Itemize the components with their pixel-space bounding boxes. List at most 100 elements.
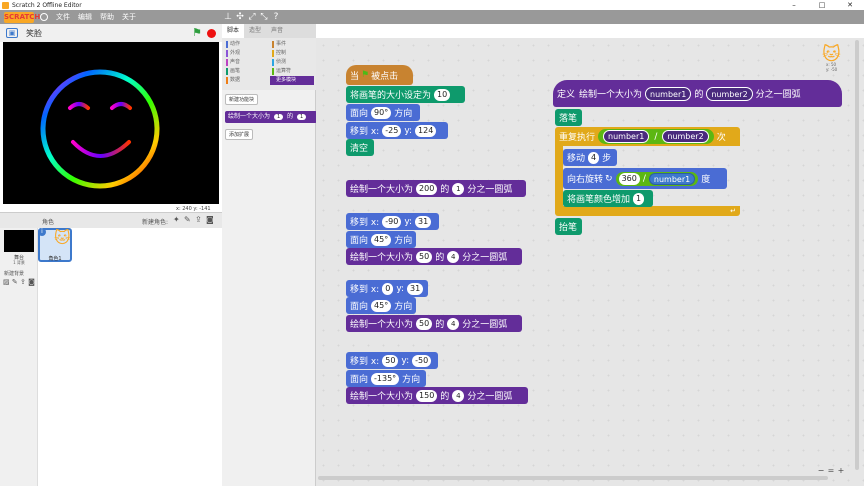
- upload-sprite-icon[interactable]: ⇪: [195, 215, 202, 224]
- repeat-param2[interactable]: number2: [662, 130, 709, 143]
- palette-custom-arg1[interactable]: 1: [273, 114, 284, 120]
- category-motion[interactable]: 动作: [224, 40, 268, 49]
- point-direction-block-2[interactable]: 面向 45° 方向: [346, 231, 416, 248]
- tab-costumes[interactable]: 造型: [244, 24, 266, 38]
- grow-icon[interactable]: ⤢: [246, 11, 258, 23]
- menu-help[interactable]: 帮助: [100, 12, 114, 22]
- x-input[interactable]: 0: [382, 282, 394, 295]
- paint-sprite-icon[interactable]: ✎: [184, 215, 191, 224]
- turn-divide-reporter[interactable]: 360 / number1: [615, 171, 699, 186]
- project-title[interactable]: 笑脸: [26, 28, 42, 39]
- size-input[interactable]: 200: [416, 182, 438, 195]
- zoom-in-icon[interactable]: +: [836, 466, 846, 475]
- turn-right-block[interactable]: 向右旋转 ↻ 360 / number1 度: [563, 168, 727, 189]
- scratch-logo[interactable]: SCRATCH: [4, 11, 40, 23]
- when-flag-clicked-block[interactable]: 当 ⚑ 被点击: [346, 65, 413, 85]
- stage-thumbnail[interactable]: [4, 230, 34, 252]
- size-input[interactable]: 50: [416, 250, 433, 263]
- draw-arc-block-2[interactable]: 绘制一个大小为 50 的 4 分之一圆弧: [346, 248, 522, 265]
- language-globe-icon[interactable]: [40, 13, 48, 21]
- x-input[interactable]: -25: [382, 124, 402, 137]
- category-events[interactable]: 事件: [270, 40, 314, 49]
- close-button[interactable]: ✕: [836, 0, 864, 10]
- clear-block[interactable]: 清空: [346, 139, 374, 156]
- fraction-input[interactable]: 4: [447, 317, 460, 330]
- param-number1[interactable]: number1: [645, 86, 692, 101]
- draw-arc-block-1[interactable]: 绘制一个大小为 200 的 1 分之一圆弧: [346, 180, 526, 197]
- goto-xy-block-3[interactable]: 移到 x: 0 y: 31: [346, 280, 428, 297]
- camera-backdrop-icon[interactable]: ◙: [28, 278, 35, 286]
- direction-input[interactable]: 45°: [371, 233, 392, 246]
- horizontal-scrollbar[interactable]: [318, 475, 828, 481]
- block-help-icon[interactable]: ?: [270, 11, 282, 23]
- pen-size-input[interactable]: 10: [434, 88, 451, 101]
- turn-360-input[interactable]: 360: [618, 172, 640, 185]
- direction-input[interactable]: -135°: [371, 372, 400, 385]
- add-extension-button[interactable]: 添加扩展: [225, 129, 254, 140]
- choose-backdrop-icon[interactable]: ▨: [3, 278, 10, 286]
- vertical-scrollbar[interactable]: [853, 40, 861, 470]
- tab-scripts[interactable]: 脚本: [222, 24, 245, 38]
- point-direction-block-4[interactable]: 面向 -135° 方向: [346, 370, 426, 387]
- horizontal-scroll-thumb[interactable]: [318, 476, 828, 480]
- maximize-button[interactable]: □: [808, 0, 836, 10]
- goto-xy-block-4[interactable]: 移到 x: 50 y: -50: [346, 352, 438, 369]
- change-pen-color-block[interactable]: 将画笔颜色增加 1: [563, 190, 653, 207]
- point-direction-block-1[interactable]: 面向 90° 方向: [346, 104, 420, 121]
- zoom-reset-icon[interactable]: =: [826, 466, 836, 475]
- y-input[interactable]: 124: [415, 124, 437, 137]
- palette-custom-arg2[interactable]: 1: [296, 114, 307, 120]
- category-operators[interactable]: 运算符: [270, 67, 314, 76]
- green-flag-icon[interactable]: ⚑: [192, 27, 202, 38]
- minimize-button[interactable]: –: [780, 0, 808, 10]
- category-sound[interactable]: 声音: [224, 58, 268, 67]
- size-input[interactable]: 150: [416, 389, 438, 402]
- category-pen[interactable]: 画笔: [224, 67, 268, 76]
- steps-input[interactable]: 4: [588, 151, 600, 164]
- palette-custom-block[interactable]: 绘制一个大小为 1 的 1: [225, 111, 317, 123]
- choose-sprite-icon[interactable]: ✦: [173, 215, 180, 224]
- point-direction-block-3[interactable]: 面向 45° 方向: [346, 297, 416, 314]
- pen-down-block[interactable]: 落笔: [555, 109, 582, 126]
- stage-canvas[interactable]: [3, 42, 219, 204]
- category-control[interactable]: 控制: [270, 49, 314, 58]
- fraction-input[interactable]: 4: [452, 389, 465, 402]
- draw-arc-block-3[interactable]: 绘制一个大小为 50 的 4 分之一圆弧: [346, 315, 522, 332]
- upload-backdrop-icon[interactable]: ⇪: [20, 278, 26, 286]
- duplicate-icon[interactable]: ⊥: [222, 11, 234, 23]
- category-data[interactable]: 数据: [224, 76, 268, 85]
- fraction-input[interactable]: 1: [452, 182, 465, 195]
- fullscreen-icon[interactable]: ▣: [6, 28, 18, 38]
- goto-xy-block-1[interactable]: 移到 x: -25 y: 124: [346, 122, 448, 139]
- direction-input[interactable]: 90°: [371, 106, 392, 119]
- y-input[interactable]: 31: [407, 282, 424, 295]
- category-more-blocks[interactable]: 更多模块: [270, 76, 314, 85]
- divide-reporter[interactable]: number1 / number2: [598, 129, 714, 144]
- paint-backdrop-icon[interactable]: ✎: [12, 278, 18, 286]
- define-block[interactable]: 定义 绘制一个大小为 number1 的 number2 分之一圆弧: [553, 80, 842, 107]
- tab-sounds[interactable]: 声音: [266, 24, 288, 38]
- size-input[interactable]: 50: [416, 317, 433, 330]
- zoom-out-icon[interactable]: −: [816, 466, 826, 475]
- category-sensing[interactable]: 侦测: [270, 58, 314, 67]
- direction-input[interactable]: 45°: [371, 299, 392, 312]
- make-block-button[interactable]: 新建功能块: [225, 94, 259, 105]
- category-looks[interactable]: 外观: [224, 49, 268, 58]
- x-input[interactable]: -90: [382, 215, 402, 228]
- param-number2[interactable]: number2: [706, 86, 753, 101]
- set-pen-size-block[interactable]: 将画笔的大小设定为 10: [346, 86, 465, 103]
- pen-up-block[interactable]: 抬笔: [555, 218, 582, 235]
- x-input[interactable]: 50: [382, 354, 399, 367]
- menu-about[interactable]: 关于: [122, 12, 136, 22]
- move-steps-block[interactable]: 移动 4 步: [563, 149, 617, 166]
- turn-param[interactable]: number1: [648, 172, 696, 185]
- repeat-param1[interactable]: number1: [603, 130, 650, 143]
- sprite-card[interactable]: i 🐱 角色1: [38, 228, 72, 262]
- fraction-input[interactable]: 4: [447, 250, 460, 263]
- camera-sprite-icon[interactable]: ◙: [206, 215, 214, 224]
- stop-icon[interactable]: [207, 29, 216, 38]
- shrink-icon[interactable]: ⤡: [258, 11, 270, 23]
- menu-edit[interactable]: 编辑: [78, 12, 92, 22]
- draw-arc-block-4[interactable]: 绘制一个大小为 150 的 4 分之一圆弧: [346, 387, 528, 404]
- menu-file[interactable]: 文件: [56, 12, 70, 22]
